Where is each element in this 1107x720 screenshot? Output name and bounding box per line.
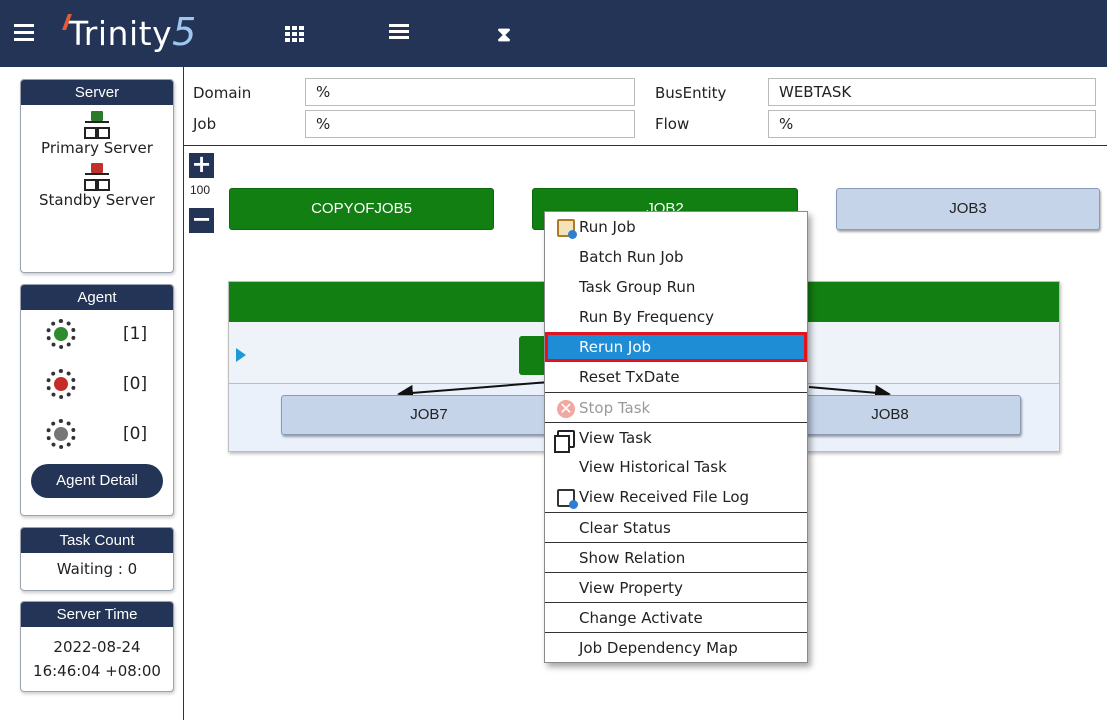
menu-item-label: Show Relation bbox=[579, 549, 686, 567]
grid-view-icon[interactable] bbox=[283, 24, 304, 44]
server-time-panel: Server Time 2022-08-24 16:46:04 +08:00 bbox=[20, 601, 174, 692]
standby-server-label: Standby Server bbox=[39, 191, 155, 209]
busentity-field[interactable]: WEBTASK bbox=[768, 78, 1096, 106]
menu-item-change-activate[interactable]: Change Activate bbox=[545, 602, 807, 632]
menu-item-view-task[interactable]: View Task bbox=[545, 422, 807, 453]
menu-item-show-relation[interactable]: Show Relation bbox=[545, 542, 807, 572]
server-panel: Server Primary Server Standby Server bbox=[20, 79, 174, 273]
menu-item-label: View Property bbox=[579, 579, 683, 597]
zoom-level: 100 bbox=[190, 183, 211, 197]
brand-version: 5 bbox=[172, 10, 197, 54]
menu-item-job-dependency-map[interactable]: Job Dependency Map bbox=[545, 632, 807, 662]
hamburger-menu-icon[interactable] bbox=[14, 24, 34, 46]
agent-panel: Agent [1] [0] [0] Agent Detail bbox=[20, 284, 174, 516]
agent-stopped-icon bbox=[46, 369, 76, 399]
agent-stopped-row[interactable]: [0] bbox=[21, 360, 173, 410]
sidebar-divider bbox=[183, 67, 184, 720]
menu-item-label: Run By Frequency bbox=[579, 308, 714, 326]
busentity-label: BusEntity bbox=[655, 84, 727, 102]
menu-item-run-job[interactable]: Run Job bbox=[545, 212, 807, 242]
server-panel-title: Server bbox=[21, 80, 173, 105]
menu-item-task-group-run[interactable]: Task Group Run bbox=[545, 272, 807, 302]
task-count-panel: Task Count Waiting : 0 bbox=[20, 527, 174, 591]
agent-panel-title: Agent bbox=[21, 285, 173, 310]
menu-item-stop-task[interactable]: ✕ Stop Task bbox=[545, 392, 807, 422]
brand-name: Trinity bbox=[68, 14, 173, 53]
server-clock: 16:46:04 +08:00 bbox=[33, 662, 161, 680]
file-log-icon bbox=[557, 489, 578, 509]
menu-item-clear-status[interactable]: Clear Status bbox=[545, 512, 807, 542]
domain-label: Domain bbox=[193, 84, 252, 102]
job-node-job3[interactable]: JOB3 bbox=[836, 188, 1100, 230]
standby-server[interactable]: Standby Server bbox=[21, 163, 173, 209]
zoom-out-button[interactable]: − bbox=[189, 207, 214, 233]
stop-icon: ✕ bbox=[557, 400, 575, 418]
domain-field[interactable]: % bbox=[305, 78, 635, 106]
agent-inactive-row[interactable]: [0] bbox=[21, 410, 173, 460]
agent-running-icon bbox=[46, 319, 76, 349]
job-node-job7[interactable]: JOB7 bbox=[281, 395, 577, 435]
menu-item-rerun-job[interactable]: Rerun Job bbox=[545, 332, 807, 362]
task-count-title: Task Count bbox=[21, 528, 173, 553]
agent-stopped-count: [0] bbox=[123, 374, 148, 394]
menu-item-label: View Task bbox=[579, 429, 652, 447]
menu-item-label: View Historical Task bbox=[579, 458, 727, 476]
job-field[interactable]: % bbox=[305, 110, 635, 138]
menu-item-view-historical-task[interactable]: View Historical Task bbox=[545, 452, 807, 482]
job-label: Job bbox=[193, 115, 217, 133]
primary-server-label: Primary Server bbox=[41, 139, 153, 157]
menu-item-label: Reset TxDate bbox=[579, 368, 680, 386]
form-divider bbox=[184, 145, 1107, 146]
agent-running-count: [1] bbox=[123, 324, 148, 344]
zoom-in-button[interactable]: + bbox=[189, 152, 214, 178]
job-context-menu: Run Job Batch Run Job Task Group Run Run… bbox=[544, 211, 808, 663]
agent-inactive-icon bbox=[46, 419, 76, 449]
flow-label: Flow bbox=[655, 115, 690, 133]
menu-item-label: Stop Task bbox=[579, 399, 651, 417]
server-time-value: 2022-08-24 16:46:04 +08:00 bbox=[21, 627, 173, 687]
menu-item-label: View Received File Log bbox=[579, 488, 750, 506]
standby-server-icon bbox=[84, 163, 110, 191]
task-waiting-count: Waiting : 0 bbox=[56, 560, 138, 578]
primary-server-icon bbox=[84, 111, 110, 139]
server-time-title: Server Time bbox=[21, 602, 173, 627]
menu-item-view-property[interactable]: View Property bbox=[545, 572, 807, 602]
menu-item-batch-run-job[interactable]: Batch Run Job bbox=[545, 242, 807, 272]
agent-running-row[interactable]: [1] bbox=[21, 310, 173, 360]
menu-item-reset-txdate[interactable]: Reset TxDate bbox=[545, 362, 807, 392]
clipboard-run-icon bbox=[557, 219, 577, 239]
top-bar: Trinity5 ⧗ bbox=[0, 0, 1107, 67]
hourglass-icon[interactable]: ⧗ bbox=[497, 24, 517, 44]
menu-item-label: Task Group Run bbox=[579, 278, 696, 296]
menu-item-label: Clear Status bbox=[579, 519, 671, 537]
primary-server[interactable]: Primary Server bbox=[21, 111, 173, 157]
copy-icon bbox=[554, 430, 575, 453]
server-date: 2022-08-24 bbox=[53, 638, 141, 656]
menu-item-label: Run Job bbox=[579, 218, 636, 236]
flow-play-icon[interactable] bbox=[236, 348, 246, 362]
menu-item-label: Batch Run Job bbox=[579, 248, 684, 266]
agent-inactive-count: [0] bbox=[123, 424, 148, 444]
job-node-copyofjob5[interactable]: COPYOFJOB5 bbox=[229, 188, 494, 230]
list-view-icon[interactable] bbox=[389, 24, 409, 44]
brand-logo: Trinity5 bbox=[62, 10, 197, 54]
menu-item-view-received-file-log[interactable]: View Received File Log bbox=[545, 482, 807, 512]
menu-item-label: Job Dependency Map bbox=[579, 639, 738, 657]
menu-item-run-by-frequency[interactable]: Run By Frequency bbox=[545, 302, 807, 332]
flow-field[interactable]: % bbox=[768, 110, 1096, 138]
agent-detail-button[interactable]: Agent Detail bbox=[31, 464, 163, 498]
menu-item-label: Rerun Job bbox=[579, 338, 652, 356]
menu-item-label: Change Activate bbox=[579, 609, 703, 627]
